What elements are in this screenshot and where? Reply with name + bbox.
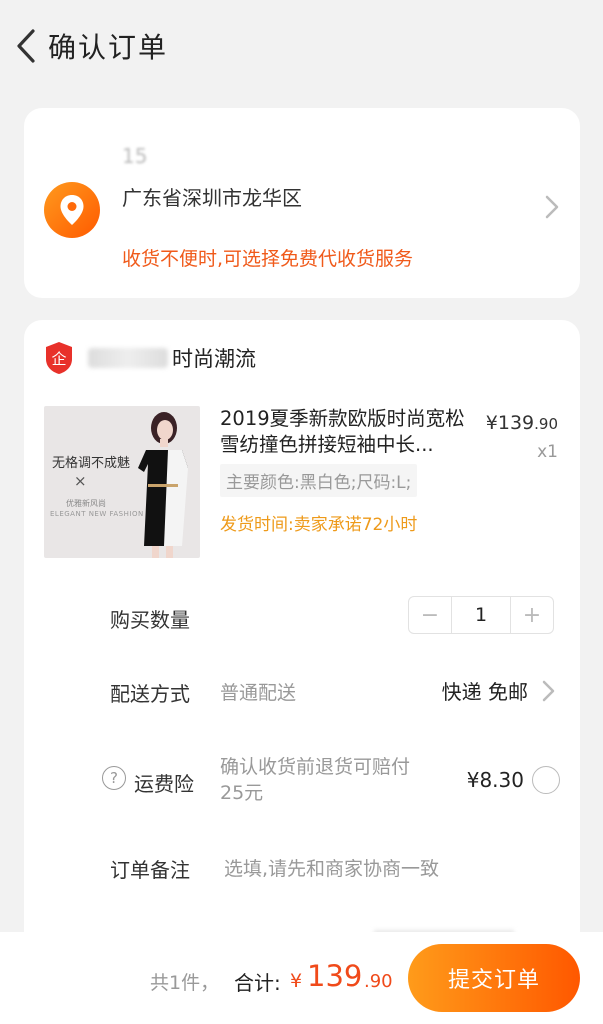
product-quantity: x1 — [537, 442, 558, 462]
recipient-name-phone: 15 — [122, 144, 148, 168]
total-label: 合计: — [234, 971, 281, 995]
decrement-button[interactable]: − — [409, 597, 451, 633]
chevron-right-icon — [542, 680, 555, 701]
quantity-stepper: − 1 + — [408, 596, 554, 634]
item-count: 共1件， — [150, 972, 220, 994]
chevron-right-icon — [545, 195, 559, 219]
svg-text:企: 企 — [51, 350, 66, 368]
address-line: 广东省深圳市龙华区 — [122, 186, 302, 210]
product-image[interactable]: 无格调不成魅 × 优雅新风尚 ELEGANT NEW FASHION — [44, 406, 200, 558]
remark-label: 订单备注 — [110, 858, 190, 882]
shop-name: 时尚潮流 — [172, 347, 256, 371]
model-figure — [138, 412, 188, 558]
product-sku[interactable]: 主要颜色:黑白色;尺码:L; — [220, 464, 418, 497]
chevron-left-icon — [17, 29, 35, 63]
quantity-label: 购买数量 — [110, 608, 190, 632]
delivery-option-label: 快递 免邮 — [441, 680, 528, 704]
product-image-caption: 无格调不成魅 — [52, 456, 131, 471]
total-currency: ¥ — [290, 970, 303, 992]
back-button[interactable] — [6, 26, 46, 66]
product-price-dec: .90 — [534, 415, 558, 433]
product-image-mark: × — [74, 472, 87, 490]
delivery-option[interactable]: 快递 免邮 — [442, 676, 558, 705]
total-decimal: .90 — [364, 971, 393, 992]
insurance-description: 确认收货前退货可赔付25元 — [220, 756, 411, 804]
submit-order-button[interactable]: 提交订单 — [408, 944, 580, 1012]
location-pin-icon — [44, 182, 100, 238]
insurance-price: ¥8.30 — [466, 768, 524, 792]
product-price: ¥139.90 — [486, 412, 558, 434]
total-amount: 139 — [307, 959, 363, 993]
remark-input[interactable]: 选填,请先和商家协商一致 — [224, 854, 439, 881]
increment-button[interactable]: + — [511, 597, 553, 633]
address-card[interactable]: 15 广东省深圳市龙华区 收货不便时,可选择免费代收货服务 — [24, 108, 580, 298]
product-price-symbol: ¥ — [485, 412, 498, 434]
product-image-subcaption: 优雅新风尚 — [66, 499, 106, 508]
shop-badge-icon: 企 — [46, 342, 72, 374]
quantity-value[interactable]: 1 — [451, 597, 511, 633]
bottom-checkout-bar: 共1件， 合计: ¥ 139 .90 提交订单 — [0, 932, 603, 1024]
order-card: 企 时尚潮流 无格调不成魅 × 优雅新风尚 ELEGANT NEW FASHIO… — [24, 320, 580, 960]
shipping-time: 发货时间:卖家承诺72小时 — [220, 515, 418, 535]
insurance-label: 运费险 — [134, 772, 194, 796]
delivery-label: 配送方式 — [110, 682, 190, 706]
header-bar: 确认订单 — [0, 0, 603, 92]
delivery-method: 普通配送 — [220, 682, 297, 704]
product-title[interactable]: 2019夏季新款欧版时尚宽松雪纺撞色拼接短袖中长... — [220, 406, 470, 458]
help-icon[interactable]: ? — [102, 766, 126, 790]
insurance-radio[interactable] — [532, 766, 560, 794]
product-price-int: 139 — [497, 412, 535, 434]
page-title: 确认订单 — [48, 31, 169, 64]
shop-name-blurred — [88, 348, 168, 368]
shop-header[interactable]: 企 时尚潮流 — [44, 340, 256, 376]
delivery-service-tip[interactable]: 收货不便时,可选择免费代收货服务 — [122, 244, 413, 271]
